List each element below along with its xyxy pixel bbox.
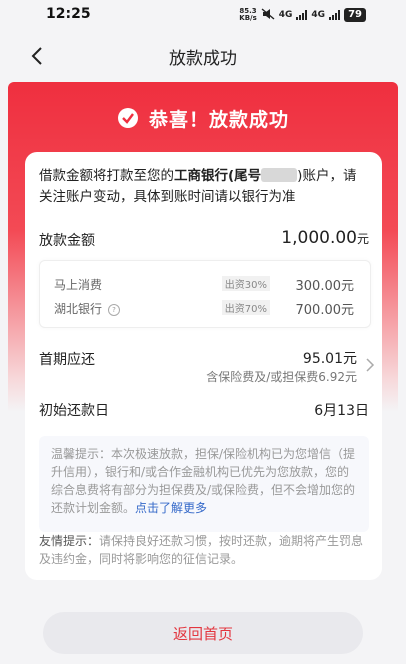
loan-detail-card: 借款金额将打款至您的工商银行(尾号)账户，请关注账户变动，具体到账时间请以银行为…: [25, 152, 382, 580]
lender-row: 马上消费 出资30% 300.00元: [54, 274, 354, 294]
info-icon[interactable]: ?: [108, 304, 121, 316]
first-payment-fee-note: 含保险费及/或担保费6.92元: [206, 370, 357, 384]
battery-icon: 79: [344, 7, 366, 22]
loan-amount-label: 放款金额: [39, 233, 95, 249]
bank-name: 工商银行(尾号: [174, 168, 262, 184]
loan-amount-value: 1,000.00元: [281, 228, 369, 248]
signal-icon: [296, 9, 308, 20]
nav-bar: 放款成功: [0, 30, 406, 82]
learn-more-link[interactable]: 点击了解更多: [135, 501, 207, 515]
friendly-tip-label: 友情提示：: [39, 534, 100, 548]
lender-ratio: 出资70%: [221, 300, 270, 315]
network-type-1: 4G: [278, 9, 293, 20]
first-repayment-date-row: 初始还款日 6月13日: [39, 400, 369, 422]
mute-icon: [261, 5, 275, 24]
lender-row: 湖北银行? 出资70% 700.00元: [54, 298, 354, 318]
signal-icon: [329, 9, 341, 20]
return-home-button[interactable]: 返回首页: [43, 612, 363, 654]
check-circle-icon: [117, 107, 139, 129]
lender-name: 马上消费: [54, 278, 103, 292]
lender-ratio: 出资30%: [221, 276, 270, 291]
success-message: 恭喜！放款成功: [148, 108, 289, 131]
lender-amount: 300.00元: [295, 279, 355, 294]
network-type-2: 4G: [311, 9, 326, 20]
first-repayment-date-value: 6月13日: [314, 403, 369, 419]
page-title: 放款成功: [169, 48, 237, 69]
first-repayment-date-label: 初始还款日: [39, 403, 109, 419]
back-arrow-icon[interactable]: [28, 45, 48, 67]
masked-account-number: [261, 168, 298, 182]
network-speed: 85.3 KB/s: [239, 6, 257, 22]
first-payment-label: 首期应还: [39, 352, 95, 368]
status-bar: 12:25 85.3 KB/s 4G 4G 79: [0, 0, 406, 30]
lender-name: 湖北银行?: [54, 300, 121, 317]
first-payment-value: 95.01元: [302, 351, 357, 367]
friendly-tip: 友情提示：请保持良好还款习惯，按时还款，逾期将产生罚息及违约金，同时将影响您的征…: [39, 534, 364, 566]
lender-breakdown: 马上消费 出资30% 300.00元 湖北银行? 出资70% 700.00元: [39, 260, 371, 328]
status-icons: 85.3 KB/s 4G 4G 79: [239, 5, 366, 24]
success-header: 恭喜！放款成功: [0, 104, 406, 132]
first-payment-row[interactable]: 首期应还 95.01元 含保险费及/或担保费6.92元: [39, 348, 375, 392]
warm-tip-box: 温馨提示：本次极速放款，担保/保险机构已为您增信（提升信用），银行和/或合作金融…: [39, 436, 369, 532]
payout-notice: 借款金额将打款至您的工商银行(尾号)账户，请关注账户变动，具体到账时间请以银行为…: [39, 168, 357, 205]
lender-amount: 700.00元: [295, 303, 355, 318]
chevron-right-icon[interactable]: [365, 357, 375, 373]
loan-amount-row: 放款金额 1,000.00元: [39, 228, 369, 250]
status-time: 12:25: [46, 6, 91, 22]
